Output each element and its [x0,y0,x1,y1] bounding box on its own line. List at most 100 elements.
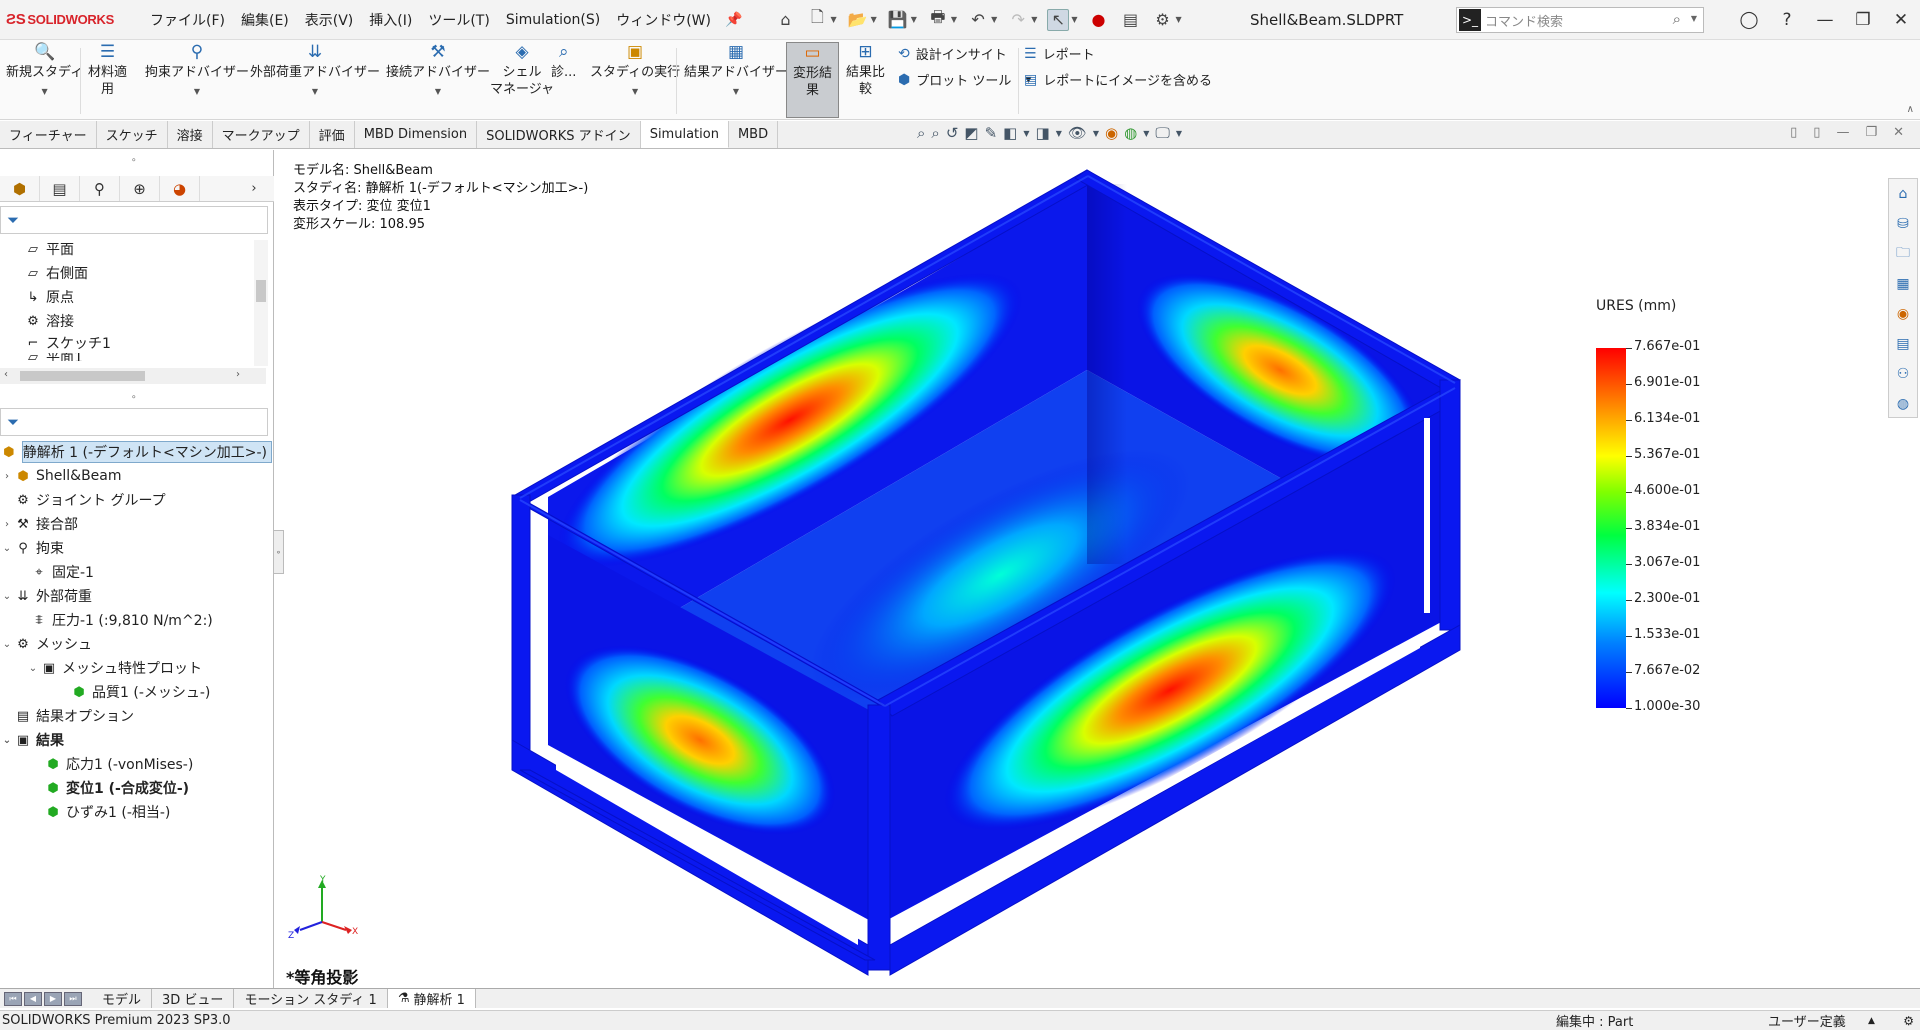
zoom-to-area-icon[interactable]: ⌕ [931,124,939,142]
tree-item-fixtures[interactable]: ⌄ ⚲ 拘束 [0,536,272,560]
tree-item-quality-1[interactable]: ⬢ 品質1 (-メッシュ-) [0,680,272,704]
run-study-button[interactable]: ▣ スタディの実行 ▼ [590,44,680,100]
options-dropdown-icon[interactable]: ▼ [1176,15,1182,24]
units-menu-icon[interactable]: ▲ [1868,1016,1875,1026]
report-button[interactable]: ☰ レポート [1024,44,1095,64]
viewport-pane-left-icon[interactable]: ▯ [1790,125,1797,140]
display-style-icon[interactable]: ◨ [1036,124,1050,142]
tab-sketch[interactable]: スケッチ [96,121,168,148]
last-tab-icon[interactable]: ⏭ [64,991,82,1006]
undo-icon[interactable]: ↶ [967,9,989,31]
tab-features[interactable]: フィーチャー [0,121,97,148]
prev-tab-icon[interactable]: ◀ [24,991,42,1006]
tab-mbd-dimension[interactable]: MBD Dimension [354,121,478,148]
feature-item[interactable]: ▱ 平面1 [0,353,272,361]
view-palette-icon[interactable]: ▦ [1889,269,1917,299]
new-document-icon[interactable]: 🗋 [806,7,828,31]
property-manager-tab-icon[interactable]: ▤ [40,176,80,201]
redo-icon[interactable]: ↷ [1007,9,1029,31]
deformed-result-button[interactable]: ▭ 変形結果 [786,42,840,118]
plot-tools-button[interactable]: ⬢ プロット ツール ▼ [898,70,1032,90]
simulation-tree-filter[interactable]: ⏷ [0,408,268,436]
shell-manager-button[interactable]: ◈ シェル マネージャ [490,44,554,98]
dimxpert-tab-icon[interactable]: ⊕ [120,176,160,201]
print-dropdown-icon[interactable]: ▼ [951,15,957,24]
panel-tab-scroll-icon[interactable]: › [234,176,274,201]
traffic-light-icon[interactable]: ● [1088,9,1110,31]
tree-item-connections[interactable]: › ⚒ 接合部 [0,512,272,536]
tab-static-study[interactable]: ⚗ 静解析 1 [387,989,476,1008]
tab-motion-study[interactable]: モーション スタディ 1 [234,989,388,1008]
scroll-left-icon[interactable]: ‹ [4,369,8,380]
apply-material-button[interactable]: ☰ 材料適用 [88,44,127,98]
search-placeholder[interactable]: コマンド検索 [1485,11,1563,30]
tree-item-mesh[interactable]: ⌄ ⚙ メッシュ [0,632,272,656]
feature-item[interactable]: ⌐ スケッチ1 [0,333,272,353]
search-icon[interactable]: ⌕ [1673,10,1681,28]
diagnose-button[interactable]: ⌕ 診... [551,44,576,81]
tree-item-results[interactable]: ⌄ ▣ 結果 [0,728,272,752]
menu-simulation[interactable]: Simulation(S) [506,12,600,28]
tree-item-strain-1[interactable]: ⬢ ひずみ1 (-相当-) [0,800,272,824]
menu-edit[interactable]: 編集(E) [241,10,289,30]
pin-menu-icon[interactable]: 📌 [725,12,742,28]
file-explorer-icon[interactable]: 🗀 [1889,239,1917,269]
save-dropdown-icon[interactable]: ▼ [911,15,917,24]
new-dropdown-icon[interactable]: ▼ [830,15,836,24]
result-legend[interactable]: URES (mm) 7.667e-01 6.901e-01 6.134e-01 5.3… [1596,298,1716,718]
configuration-manager-tab-icon[interactable]: ⚲ [80,176,120,201]
appearances-icon[interactable]: ◉ [1889,299,1917,329]
restore-icon[interactable]: ❐ [1844,10,1882,30]
tree-item-displacement-1[interactable]: ⬢ 変位1 (-合成変位-) [0,776,272,800]
feature-item[interactable]: ▱ 右側面 [0,261,272,285]
tree-item-stress-1[interactable]: ⬢ 応力1 (-vonMises-) [0,752,272,776]
solidworks-logo[interactable]: ƧS SOLIDWORKS [6,11,136,28]
tab-3d-view[interactable]: 3D ビュー [152,989,235,1008]
next-tab-icon[interactable]: ▶ [44,991,62,1006]
feature-tree-vertical-scrollbar[interactable] [254,240,268,366]
tab-evaluate[interactable]: 評価 [309,121,355,148]
view-settings-icon[interactable]: 🖵 [1155,124,1169,142]
search-dropdown-icon[interactable]: ▼ [1691,14,1697,23]
close-icon[interactable]: ✕ [1882,10,1920,30]
design-library-icon[interactable]: ⛁ [1889,209,1917,239]
custom-properties-icon[interactable]: ▤ [1889,329,1917,359]
results-advisor-button[interactable]: ▦ 結果アドバイザー ▼ [684,44,788,100]
feature-item[interactable]: ↳ 原点 [0,285,272,309]
edit-appearance-icon[interactable]: ◉ [1105,124,1118,142]
solidworks-forum-icon[interactable]: ⚇ [1889,359,1917,389]
3d-experience-icon[interactable]: ◍ [1889,389,1917,419]
scroll-right-icon[interactable]: › [236,369,240,380]
section-view-icon[interactable]: ◩ [964,124,978,142]
include-image-button[interactable]: ▤ レポートにイメージを含める [1024,70,1212,90]
tree-item-pressure-1[interactable]: ⩨ 圧力-1 (:9,810 N/m^2:) [0,608,272,632]
ribbon-collapse-icon[interactable]: ∧ [1907,104,1914,115]
viewport-close-icon[interactable]: ✕ [1893,125,1904,140]
feature-item[interactable]: ⚙ 溶接 [0,309,272,333]
select-dropdown-icon[interactable]: ▼ [1071,15,1077,24]
scrollbar-thumb[interactable] [256,280,266,302]
status-units[interactable]: ユーザー定義 [1768,1011,1846,1030]
tab-addins[interactable]: SOLIDWORKS アドイン [477,121,641,148]
redo-dropdown-icon[interactable]: ▼ [1031,15,1037,24]
menu-view[interactable]: 表示(V) [305,10,354,30]
feature-tree-filter[interactable]: ⏷ [0,206,268,234]
tree-item-fixed-1[interactable]: ⌖ 固定-1 [0,560,272,584]
command-search[interactable]: >_ コマンド検索 ⌕ ▼ [1456,7,1704,33]
tab-weldments[interactable]: 溶接 [167,121,213,148]
account-icon[interactable]: ◯ [1730,10,1768,30]
tree-item-result-options[interactable]: ▤ 結果オプション [0,704,272,728]
select-cursor-icon[interactable]: ↖ [1047,8,1070,31]
study-root-item[interactable]: ⬢ 静解析 1 (-デフォルト<マシン加工>-) [0,440,272,464]
menu-window[interactable]: ウィンドウ(W) [616,10,711,30]
tree-item-shell-beam[interactable]: › ⬢ Shell&Beam [0,464,272,488]
design-insight-button[interactable]: ⟲ 設計インサイト [898,44,1007,64]
scene-icon[interactable]: ◍ [1124,124,1137,142]
tree-item-joint-group[interactable]: ⚙ ジョイント グループ [0,488,272,512]
minimize-icon[interactable]: — [1806,10,1844,30]
menu-tools[interactable]: ツール(T) [428,10,489,30]
view-orientation-icon[interactable]: ◧ [1003,124,1017,142]
first-tab-icon[interactable]: ⏮ [4,991,22,1006]
home-icon[interactable]: ⌂ [774,9,796,31]
panel-collapse-handle[interactable]: ⚬ [274,530,284,574]
